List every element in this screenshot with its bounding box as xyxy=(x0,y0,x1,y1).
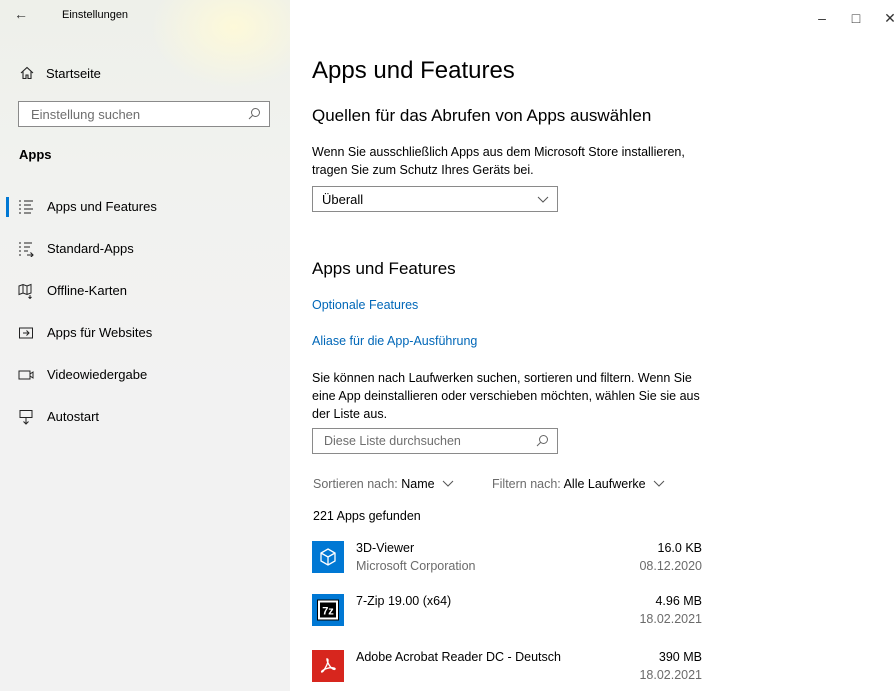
app-alias-link[interactable]: Aliase für die App-Ausführung xyxy=(312,334,477,348)
back-arrow-icon[interactable]: ← xyxy=(14,4,38,24)
page-title: Apps und Features xyxy=(312,57,515,84)
source-description: Wenn Sie ausschließlich Apps aus dem Mic… xyxy=(312,145,685,177)
app-list-item[interactable]: 3D-Viewer Microsoft Corporation 16.0 KB … xyxy=(312,541,702,591)
acrobat-icon xyxy=(312,650,344,682)
filter-dropdown[interactable]: Filtern nach: Alle Laufwerke xyxy=(492,477,665,491)
app-size: 16.0 KB xyxy=(657,541,702,555)
source-dropdown[interactable]: Überall xyxy=(312,186,558,212)
settings-search-input[interactable] xyxy=(29,105,243,123)
home-icon xyxy=(20,66,34,80)
sort-value: Name xyxy=(401,477,435,491)
sidebar-item-label: Apps für Websites xyxy=(47,325,153,340)
sidebar-item-apps-for-websites[interactable]: Apps für Websites xyxy=(0,313,290,353)
startup-icon xyxy=(19,410,33,425)
svg-text:7z: 7z xyxy=(322,606,334,618)
default-apps-icon xyxy=(19,242,34,257)
features-heading: Apps und Features xyxy=(312,259,456,278)
search-icon[interactable] xyxy=(536,434,549,447)
app-count: 221 Apps gefunden xyxy=(313,509,421,523)
app-publisher: Microsoft Corporation xyxy=(356,559,476,573)
sidebar-item-apps-features[interactable]: Apps und Features xyxy=(0,187,290,227)
app-date: 18.02.2021 xyxy=(639,668,702,682)
filter-value: Alle Laufwerke xyxy=(563,477,646,491)
home-label: Startseite xyxy=(46,65,101,81)
sidebar-item-label: Videowiedergabe xyxy=(47,367,148,382)
window-title: Einstellungen xyxy=(62,9,129,21)
app-list-item[interactable]: 7z 7-Zip 19.00 (x64) 4.96 MB 18.02.2021 xyxy=(312,594,702,644)
active-indicator xyxy=(6,197,9,217)
app-size: 4.96 MB xyxy=(655,594,702,608)
app-date: 18.02.2021 xyxy=(639,612,702,626)
sort-label: Sortieren nach: xyxy=(313,477,398,491)
filter-label: Filtern nach: xyxy=(492,477,561,491)
map-icon xyxy=(18,283,32,299)
source-dropdown-value: Überall xyxy=(322,192,364,207)
sort-dropdown[interactable]: Sortieren nach: Name xyxy=(313,477,454,491)
app-name: 3D-Viewer xyxy=(356,541,415,555)
sidebar-item-video-playback[interactable]: Videowiedergabe xyxy=(0,355,290,395)
app-list-item[interactable]: Adobe Acrobat Reader DC - Deutsch 390 MB… xyxy=(312,650,702,700)
sidebar-section-title: Apps xyxy=(19,147,52,162)
sidebar-item-label: Standard-Apps xyxy=(47,241,134,256)
3d-viewer-icon xyxy=(312,541,344,573)
chevron-down-icon xyxy=(442,480,454,487)
chevron-down-icon xyxy=(537,196,549,203)
title-bar: ← Einstellungen – □ ✕ xyxy=(0,0,896,32)
app-list-search-input[interactable] xyxy=(322,433,526,449)
close-button[interactable]: ✕ xyxy=(870,7,896,29)
7zip-icon: 7z xyxy=(312,594,344,626)
optional-features-link[interactable]: Optionale Features xyxy=(312,298,418,312)
app-name: Adobe Acrobat Reader DC - Deutsch xyxy=(356,650,561,664)
sidebar-item-default-apps[interactable]: Standard-Apps xyxy=(0,229,290,269)
web-app-icon xyxy=(19,327,33,339)
search-icon[interactable] xyxy=(248,107,261,120)
video-icon xyxy=(18,370,34,380)
settings-search[interactable] xyxy=(18,101,270,127)
sidebar-item-label: Offline-Karten xyxy=(47,283,127,298)
list-description: Sie können nach Laufwerken suchen, sorti… xyxy=(312,371,700,421)
app-list-search[interactable] xyxy=(312,428,558,454)
sidebar-home[interactable]: Startseite xyxy=(20,62,101,84)
sidebar-item-label: Apps und Features xyxy=(47,199,157,214)
sidebar-item-startup[interactable]: Autostart xyxy=(0,397,290,437)
app-name: 7-Zip 19.00 (x64) xyxy=(356,594,452,608)
list-icon xyxy=(19,200,33,214)
app-size: 390 MB xyxy=(658,650,702,664)
sidebar-item-offline-maps[interactable]: Offline-Karten xyxy=(0,271,290,311)
sidebar-item-label: Autostart xyxy=(47,409,100,424)
chevron-down-icon xyxy=(653,480,665,487)
app-date: 08.12.2020 xyxy=(639,559,702,573)
source-heading: Quellen für das Abrufen von Apps auswähl… xyxy=(312,106,652,125)
